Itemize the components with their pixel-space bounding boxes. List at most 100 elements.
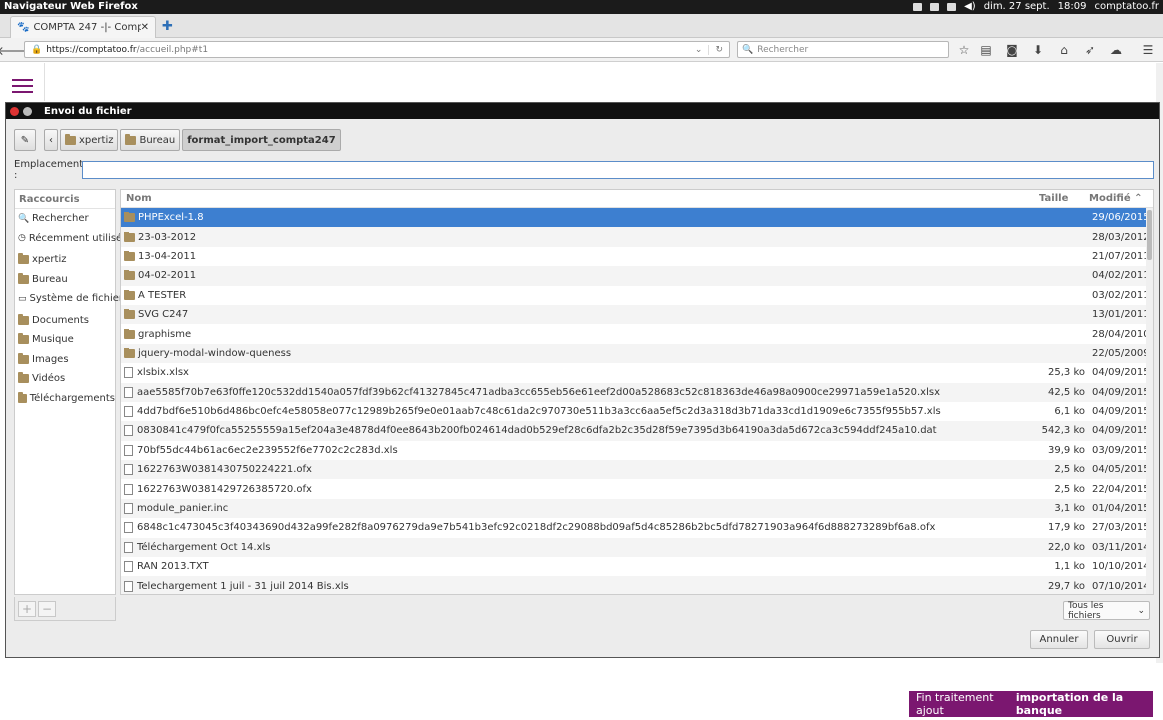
file-row[interactable]: SVG C247 13/01/2011 [121,304,1153,325]
chat-bubble-icon[interactable]: ☁ [1107,41,1125,59]
place-item[interactable]: ▭ Système de fichiers [15,289,128,309]
file-row[interactable]: RAN 2013.TXT 1,1 ko 10/10/2014 [121,557,1153,576]
volume-icon[interactable]: ◀) [964,1,976,12]
user-menu[interactable]: comptatoo.fr [1094,1,1159,12]
place-item[interactable]: Bureau [15,270,115,290]
file-row[interactable]: 70bf55dc44b61ac6ec2e239552f6e7702c2c283d… [121,441,1153,460]
file-row[interactable]: PHPExcel-1.8 29/06/2015 [121,208,1153,228]
column-size[interactable]: Taille [1039,193,1089,204]
place-item[interactable]: Téléchargements [15,389,115,409]
remove-place-button[interactable]: − [38,600,56,617]
dropdown-icon[interactable]: ⌄ [695,45,703,55]
file-row[interactable]: xlsbix.xlsx 25,3 ko 04/09/2015 [121,363,1153,382]
url-bar[interactable]: 🔒 https://comptatoo.fr /accueil.php#t1 ⌄… [24,41,730,58]
menu-icon[interactable]: ☰ [1139,41,1157,59]
file-name: module_panier.inc [137,503,229,515]
pocket-icon[interactable]: ◙ [1003,41,1021,59]
reading-list-icon[interactable]: ▤ [977,41,995,59]
place-item[interactable]: ◷ Récemment utilisés [15,229,127,249]
file-type-filter[interactable]: Tous les fichiers ⌄ [1063,601,1150,621]
cancel-button[interactable]: Annuler [1030,630,1088,649]
open-button[interactable]: Ouvrir [1094,630,1150,649]
mail-icon[interactable] [947,2,957,11]
file-row[interactable]: aae5585f70b7e63f0ffe120c532dd1540a057fdf… [121,382,1153,402]
tab-close-icon[interactable]: ✕ [141,22,149,33]
document-icon [124,541,133,553]
close-window-icon[interactable] [10,106,19,116]
file-row[interactable]: 6848c1c473045c3f40343690d432a99fe282f8a0… [121,518,1153,537]
file-name: graphisme [138,328,192,340]
place-label: Bureau [32,273,68,285]
options-window-icon[interactable] [23,106,32,116]
path-back-icon[interactable]: ‹ [44,129,58,151]
window-icon[interactable] [913,2,923,11]
back-arrow-icon[interactable]: 🡐 [0,41,29,59]
home-icon[interactable]: ⌂ [1055,41,1073,59]
scrollbar-thumb[interactable] [1147,210,1152,260]
file-size: 6,1 ko [1054,406,1085,418]
file-row[interactable]: module_panier.inc 3,1 ko 01/04/2015 [121,498,1153,519]
column-name[interactable]: Nom [121,193,1039,204]
tab-compta[interactable]: 🐾 COMPTA 247 -|- Compta... ✕ [10,16,156,38]
file-name: PHPExcel-1.8 [138,212,204,224]
place-label: Musique [32,334,74,346]
file-row[interactable]: jquery-modal-window-queness 22/05/2009 [121,343,1153,364]
document-icon [124,386,133,398]
dialog-titlebar: Envoi du fichier [6,103,1159,119]
file-row[interactable]: 1622763W0381430750224221.ofx 2,5 ko 04/05/… [121,460,1153,480]
file-date: 04/02/2011 [1092,270,1150,282]
file-list: Nom Taille Modifié ⌃ PHPExcel-1.8 29/06/2… [120,189,1154,595]
file-row[interactable]: 4dd7bdf6e510b6d486bc0efc4e58058e077c1298… [121,402,1153,421]
file-size: 2,5 ko [1054,464,1085,476]
file-name: 1622763W0381430750224221.ofx [137,464,312,476]
file-row[interactable]: 04-02-2011 04/02/2011 [121,266,1153,286]
search-bar[interactable]: 🔍 Rechercher [737,41,949,58]
toast-text: Fin traitement ajout [916,691,994,717]
column-modified[interactable]: Modifié ⌃ [1089,193,1145,204]
file-row[interactable]: 1622763W0381429726385720.ofx 2,5 ko 22/04/… [121,479,1153,498]
file-row[interactable]: graphisme 28/04/2010 [121,324,1153,343]
edit-path-icon[interactable]: ✎ [14,129,36,151]
places-panel: Raccourcis 🔍 Rechercher ◷ Récemment utilisé… [14,189,128,595]
bookmark-star-icon[interactable]: ☆ [955,41,973,59]
place-item[interactable]: xpertiz [15,250,115,270]
file-name: 6848c1c473045c3f40343690d432a99fe282f8a0… [137,522,936,534]
reload-icon[interactable]: ↻ [708,44,723,55]
place-item[interactable]: Vidéos [15,369,115,389]
path-segment-xpertiz[interactable]: xpertiz [60,129,119,151]
place-item[interactable]: Documents [15,311,115,331]
file-row[interactable]: 23-03-2012 28/03/2012 [121,227,1153,247]
file-row[interactable]: A TESTER 03/02/2011 [121,286,1153,305]
file-date: 04/09/2015 [1092,367,1150,379]
download-icon[interactable]: ⬇ [1029,41,1047,59]
location-label: Emplacement : [14,159,84,181]
file-row[interactable]: Téléchargement Oct 14.xls 22,0 ko 03/11/20… [121,537,1153,558]
place-item[interactable]: Musique [15,330,115,350]
file-date: 03/09/2015 [1092,444,1150,456]
file-date: 04/09/2015 [1092,406,1150,418]
nav-bar: 🡐 🔒 https://comptatoo.fr /accueil.php#t1… [0,38,1163,62]
search-icon: 🔍 [742,44,754,55]
path-bar: ✎ ‹ xpertiz Bureau format_import_compta2… [14,129,341,151]
add-place-button[interactable]: + [18,600,36,617]
chat-icon[interactable] [930,2,940,11]
path-segment-current[interactable]: format_import_compta247 [182,129,341,151]
new-tab-button[interactable]: ✚ [162,19,173,34]
file-list-scrollbar[interactable] [1146,208,1153,594]
place-item[interactable]: Images [15,350,115,370]
place-label: Documents [32,314,90,326]
send-icon[interactable]: ➶ [1081,41,1099,59]
file-row[interactable]: 13-04-2011 21/07/2011 [121,247,1153,266]
location-input[interactable] [82,161,1154,179]
hamburger-menu-icon[interactable] [12,79,33,97]
folder-icon [124,347,135,358]
path-segment-bureau[interactable]: Bureau [120,129,181,151]
clock-date[interactable]: dim. 27 sept. [984,1,1050,12]
file-row[interactable]: 0830841c479f0fca55255559a15ef204a3e4878d… [121,421,1153,441]
file-date: 21/07/2011 [1092,250,1150,262]
place-label: Récemment utilisés [28,232,128,244]
file-date: 04/09/2015 [1092,386,1150,398]
clock-time[interactable]: 18:09 [1058,1,1087,12]
place-item[interactable]: 🔍 Rechercher [15,209,115,229]
file-row[interactable]: Telechargement 1 juil - 31 juil 2014 Bis… [121,576,1153,594]
